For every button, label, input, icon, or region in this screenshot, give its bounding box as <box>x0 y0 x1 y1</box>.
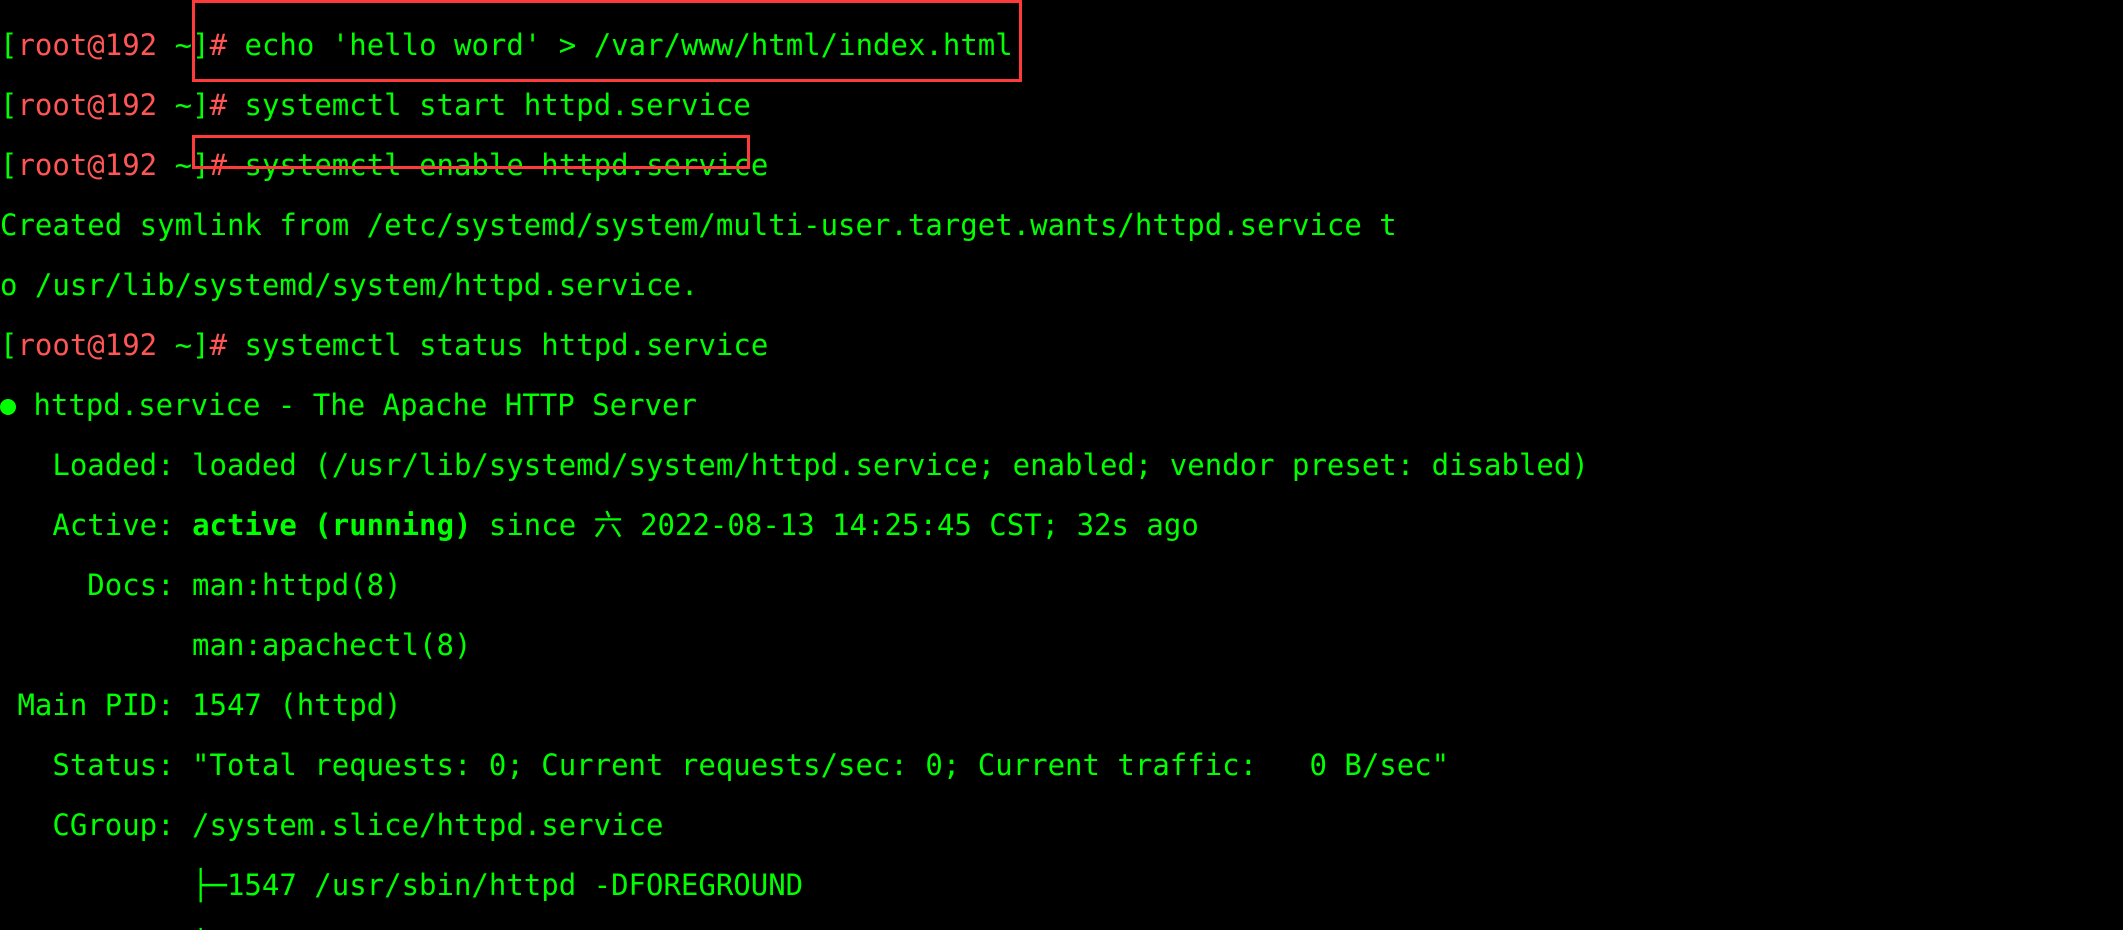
status-statusline: Status: "Total requests: 0; Current requ… <box>0 750 2123 780</box>
cmd-line-3: [root@192 ~]# systemctl enable httpd.ser… <box>0 150 2123 180</box>
terminal-window[interactable]: [root@192 ~]# echo 'hello word' > /var/w… <box>0 0 2123 930</box>
status-docs2: man:apachectl(8) <box>0 630 2123 660</box>
active-dot-icon <box>0 399 16 415</box>
command-status: systemctl status httpd.service <box>245 328 769 362</box>
cgroup-proc-1: ├─1547 /usr/sbin/httpd -DFOREGROUND <box>0 870 2123 900</box>
status-docs1: Docs: man:httpd(8) <box>0 570 2123 600</box>
cmd-line-4: [root@192 ~]# systemctl status httpd.ser… <box>0 330 2123 360</box>
prompt-user: root@192 <box>17 28 157 62</box>
command-echo: echo 'hello word' > /var/www/html/index.… <box>245 28 1013 62</box>
command-enable: systemctl enable httpd.service <box>245 148 769 182</box>
symlink-output-a: Created symlink from /etc/systemd/system… <box>0 210 2123 240</box>
status-cgroup: CGroup: /system.slice/httpd.service <box>0 810 2123 840</box>
cmd-line-1: [root@192 ~]# echo 'hello word' > /var/w… <box>0 30 2123 60</box>
status-loaded: Loaded: loaded (/usr/lib/systemd/system/… <box>0 450 2123 480</box>
command-start: systemctl start httpd.service <box>245 88 751 122</box>
active-state: active (running) <box>192 508 471 542</box>
status-mainpid: Main PID: 1547 (httpd) <box>0 690 2123 720</box>
cmd-line-2: [root@192 ~]# systemctl start httpd.serv… <box>0 90 2123 120</box>
status-unit: httpd.service - The Apache HTTP Server <box>0 390 2123 420</box>
status-active: Active: active (running) since 六 2022-08… <box>0 510 2123 540</box>
symlink-output-b: o /usr/lib/systemd/system/httpd.service. <box>0 270 2123 300</box>
